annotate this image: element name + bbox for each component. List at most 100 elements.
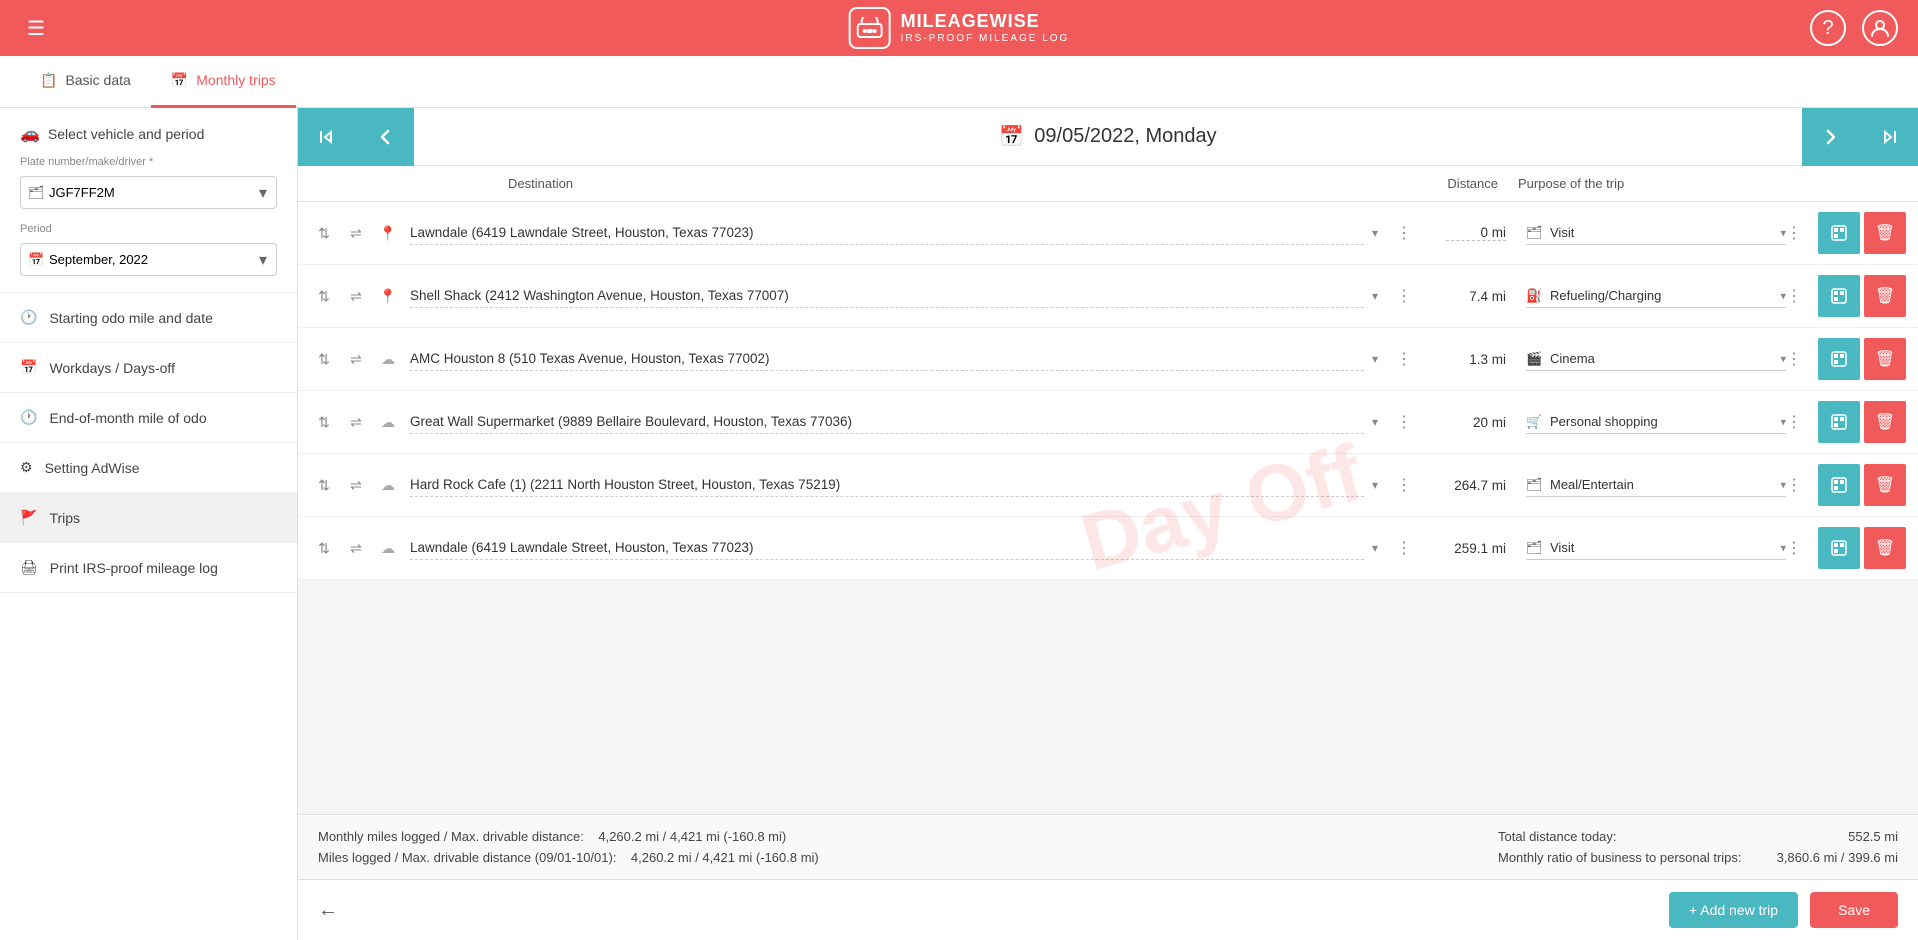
location-btn-3[interactable]: ☁ — [374, 345, 402, 373]
workdays-icon: 📅 — [20, 359, 37, 376]
purpose-more-1[interactable]: ⋮ — [1786, 223, 1810, 243]
destination-dropdown-6[interactable]: ▾ — [1372, 541, 1392, 555]
destination-dropdown-1[interactable]: ▾ — [1372, 226, 1392, 240]
swap-btn-4[interactable]: ⇌ — [342, 408, 370, 436]
swap-btn-1[interactable]: ⇌ — [342, 219, 370, 247]
edit-btn-2[interactable] — [1818, 275, 1860, 317]
destination-dropdown-3[interactable]: ▾ — [1372, 352, 1392, 366]
swap-btn-5[interactable]: ⇌ — [342, 471, 370, 499]
back-button[interactable]: ← — [318, 899, 338, 922]
location-btn-6[interactable]: ☁ — [374, 534, 402, 562]
edit-btn-3[interactable] — [1818, 338, 1860, 380]
distance-field-1: 0 mi — [1416, 225, 1526, 241]
footer-summary: Monthly miles logged / Max. drivable dis… — [298, 814, 1918, 879]
delete-btn-1[interactable]: 🗑 — [1864, 212, 1906, 254]
dest-menu-icon-3[interactable]: ⋮ — [1392, 349, 1416, 369]
first-page-button[interactable] — [298, 108, 356, 166]
destination-input-6[interactable] — [410, 536, 1364, 560]
swap-btn-2[interactable]: ⇌ — [342, 282, 370, 310]
miles-logged-value: 4,260.2 mi / 4,421 mi (-160.8 mi) — [631, 850, 819, 865]
next-button[interactable] — [1802, 108, 1860, 166]
purpose-more-6[interactable]: ⋮ — [1786, 538, 1810, 558]
edit-btn-1[interactable] — [1818, 212, 1860, 254]
tab-basic-data[interactable]: 📋 Basic data — [20, 56, 151, 108]
purpose-select-4[interactable]: Personal shopping — [1526, 410, 1786, 434]
sidebar-item-setting-adwise[interactable]: ⚙ Setting AdWise — [0, 443, 297, 493]
purpose-select-6[interactable]: Visit — [1526, 536, 1786, 560]
purpose-more-4[interactable]: ⋮ — [1786, 412, 1810, 432]
purpose-select-wrap-2: ⛽ Refueling/Charging ▾ — [1526, 284, 1786, 308]
destination-input-5[interactable] — [410, 473, 1364, 497]
purpose-select-2[interactable]: Refueling/Charging — [1526, 284, 1786, 308]
destination-input-1[interactable] — [410, 221, 1364, 245]
dest-menu-icon-1[interactable]: ⋮ — [1392, 223, 1416, 243]
destination-input-2[interactable] — [410, 284, 1364, 308]
swap-updown-btn-2[interactable]: ⇅ — [310, 282, 338, 310]
sidebar-item-trips[interactable]: 🚩 Trips — [0, 493, 297, 543]
setting-adwise-icon: ⚙ — [20, 459, 33, 476]
location-btn-2[interactable]: 📍 — [374, 282, 402, 310]
swap-updown-btn-3[interactable]: ⇅ — [310, 345, 338, 373]
tab-monthly-trips-label: Monthly trips — [196, 72, 275, 88]
dest-menu-icon-2[interactable]: ⋮ — [1392, 286, 1416, 306]
brand-name: MILEAGEWISE — [901, 11, 1070, 33]
edit-btn-6[interactable] — [1818, 527, 1860, 569]
swap-updown-btn-6[interactable]: ⇅ — [310, 534, 338, 562]
period-select[interactable]: September, 2022 — [20, 243, 277, 276]
swap-updown-btn-4[interactable]: ⇅ — [310, 408, 338, 436]
last-page-button[interactable] — [1860, 108, 1918, 166]
monthly-miles-value: 4,260.2 mi / 4,421 mi (-160.8 mi) — [598, 829, 786, 844]
trip-row: ⇅ ⇌ 📍 ▾ ⋮ 7.4 mi ⛽ — [298, 265, 1918, 328]
purpose-select-3[interactable]: Cinema — [1526, 347, 1786, 371]
tab-basic-data-icon: 📋 — [40, 72, 57, 89]
edit-btn-5[interactable] — [1818, 464, 1860, 506]
menu-icon[interactable]: ☰ — [20, 12, 52, 44]
col-destination-header: Destination — [418, 176, 1398, 191]
destination-input-4[interactable] — [410, 410, 1364, 434]
swap-updown-btn-1[interactable]: ⇅ — [310, 219, 338, 247]
save-button[interactable]: Save — [1810, 892, 1898, 928]
sidebar-item-end-of-month[interactable]: 🕐 End-of-month mile of odo — [0, 393, 297, 443]
dest-menu-icon-6[interactable]: ⋮ — [1392, 538, 1416, 558]
delete-btn-2[interactable]: 🗑 — [1864, 275, 1906, 317]
purpose-more-2[interactable]: ⋮ — [1786, 286, 1810, 306]
delete-btn-3[interactable]: 🗑 — [1864, 338, 1906, 380]
swap-btn-3[interactable]: ⇌ — [342, 345, 370, 373]
destination-input-3[interactable] — [410, 347, 1364, 371]
purpose-more-5[interactable]: ⋮ — [1786, 475, 1810, 495]
sidebar-item-workdays[interactable]: 📅 Workdays / Days-off — [0, 343, 297, 393]
swap-btn-6[interactable]: ⇌ — [342, 534, 370, 562]
distance-value-5: 264.7 mi — [1454, 478, 1506, 493]
add-trip-button[interactable]: + Add new trip — [1669, 892, 1798, 928]
sidebar-item-print[interactable]: 🖨 Print IRS-proof mileage log — [0, 543, 297, 593]
location-btn-5[interactable]: ☁ — [374, 471, 402, 499]
date-title: 📅 09/05/2022, Monday — [414, 124, 1802, 149]
delete-btn-4[interactable]: 🗑 — [1864, 401, 1906, 443]
purpose-icon-4: 🛒 — [1526, 414, 1542, 430]
delete-btn-5[interactable]: 🗑 — [1864, 464, 1906, 506]
distance-value-3: 1.3 mi — [1469, 352, 1506, 367]
swap-updown-btn-5[interactable]: ⇅ — [310, 471, 338, 499]
dest-menu-icon-5[interactable]: ⋮ — [1392, 475, 1416, 495]
workdays-label: Workdays / Days-off — [49, 360, 175, 376]
purpose-more-3[interactable]: ⋮ — [1786, 349, 1810, 369]
purpose-select-5[interactable]: Meal/Entertain — [1526, 473, 1786, 497]
location-btn-1[interactable]: 📍 — [374, 219, 402, 247]
trips-scroll-area: Day Off ⇅ ⇌ 📍 ▾ ⋮ 0 mi — [298, 202, 1918, 814]
destination-dropdown-2[interactable]: ▾ — [1372, 289, 1392, 303]
plate-select[interactable]: JGF7FF2M — [20, 176, 277, 209]
location-btn-4[interactable]: ☁ — [374, 408, 402, 436]
destination-dropdown-5[interactable]: ▾ — [1372, 478, 1392, 492]
delete-btn-6[interactable]: 🗑 — [1864, 527, 1906, 569]
destination-dropdown-4[interactable]: ▾ — [1372, 415, 1392, 429]
purpose-select-1[interactable]: Visit — [1526, 221, 1786, 245]
col-purpose-header: Purpose of the trip — [1518, 176, 1798, 191]
help-button[interactable]: ? — [1810, 10, 1846, 46]
tab-monthly-trips[interactable]: 📅 Monthly trips — [151, 56, 296, 108]
sidebar-item-starting-odo[interactable]: 🕐 Starting odo mile and date — [0, 293, 297, 343]
user-button[interactable] — [1862, 10, 1898, 46]
tab-monthly-trips-icon: 📅 — [171, 72, 188, 89]
edit-btn-4[interactable] — [1818, 401, 1860, 443]
dest-menu-icon-4[interactable]: ⋮ — [1392, 412, 1416, 432]
prev-button[interactable] — [356, 108, 414, 166]
